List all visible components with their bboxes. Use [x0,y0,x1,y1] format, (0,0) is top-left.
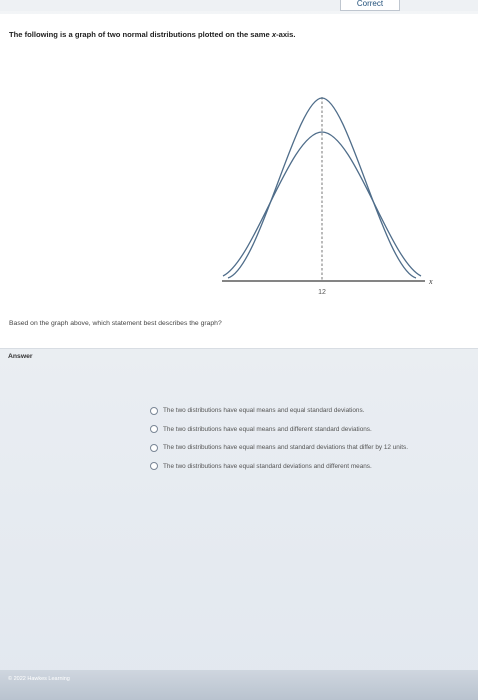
normal-distributions-graph: 12 x [222,97,433,296]
answer-option-3[interactable]: The two distributions have equal means a… [150,442,478,453]
x-axis-label: x [428,277,433,286]
curve-wide [222,131,422,277]
question-text-start: The following is a graph of two normal d… [9,30,272,39]
answer-option-4[interactable]: The two distributions have equal standar… [150,461,478,472]
question-text-end: -axis. [276,30,296,39]
question-text: The following is a graph of two normal d… [9,30,296,39]
answer-options: The two distributions have equal means a… [150,405,478,479]
answer-option-label: The two distributions have equal means a… [163,444,409,451]
answer-option-label: The two distributions have equal means a… [163,425,372,433]
section-divider [0,348,478,349]
prompt-text: Based on the graph above, which statemen… [9,320,222,327]
answer-option-1[interactable]: The two distributions have equal means a… [150,405,478,416]
answer-label: Answer [8,353,33,360]
mean-tick-label: 12 [318,289,326,296]
answer-option-2[interactable]: The two distributions have equal means a… [150,424,478,435]
radio-button[interactable] [150,462,158,470]
radio-button[interactable] [150,406,158,415]
answer-option-label: The two distributions have equal standar… [163,462,372,470]
footer-copyright: © 2022 Hawkes Learning [8,676,70,682]
radio-button[interactable] [150,425,158,433]
status-tab: Correct [340,0,400,11]
answer-option-label: The two distributions have equal means a… [163,407,365,414]
radio-button[interactable] [150,443,158,452]
footer: © 2022 Hawkes Learning [0,670,478,700]
top-bar: Correct [0,0,478,11]
